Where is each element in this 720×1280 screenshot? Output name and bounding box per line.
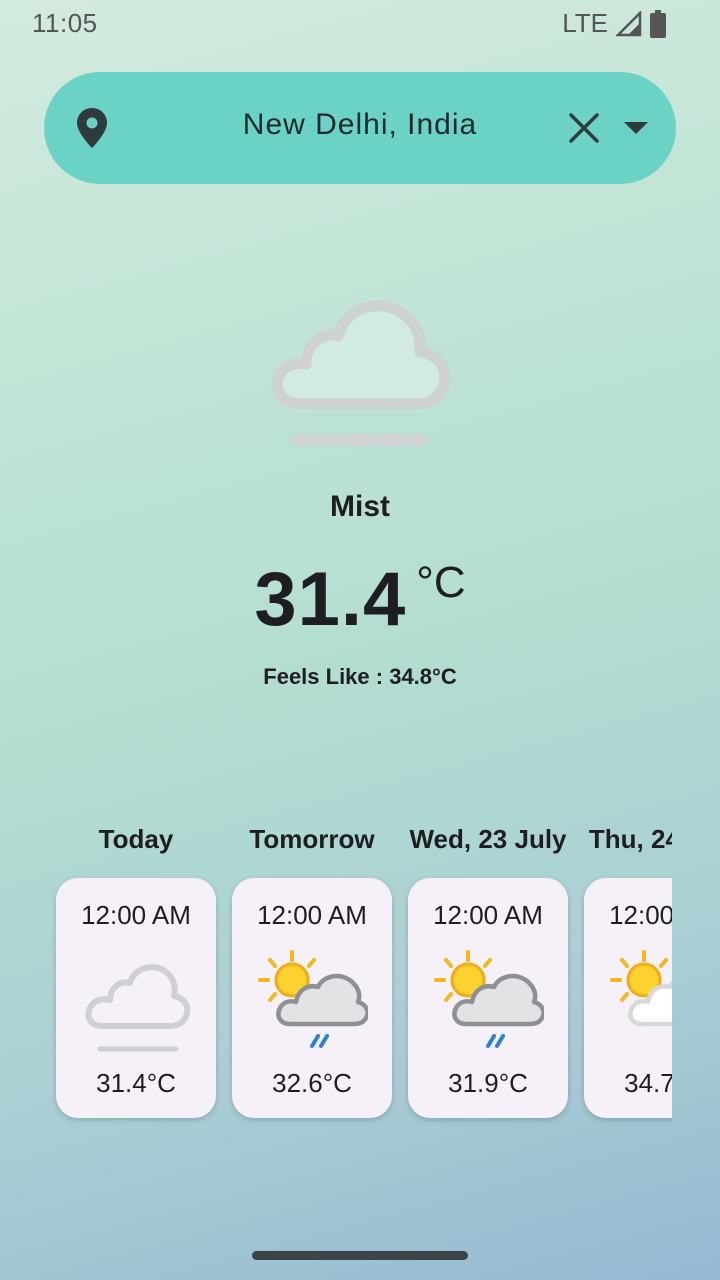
mist-cloud-icon	[271, 300, 451, 446]
day-label: Thu, 24 July	[588, 824, 672, 854]
feels-like-text: Feels Like : 34.8°C	[263, 664, 457, 689]
chevron-down-icon[interactable]	[624, 122, 648, 136]
home-indicator[interactable]	[252, 1251, 468, 1260]
temperature-value: 31.4	[254, 557, 407, 642]
weather-condition: Mist	[330, 490, 390, 523]
status-bar: 11:05 LTE	[0, 0, 720, 48]
forecast-temp: 31.9°C	[448, 1068, 528, 1098]
forecast-time: 12:00 AM	[81, 900, 191, 930]
status-icons: LTE	[562, 8, 666, 39]
forecast-card[interactable]: 12:00 AM 32.6°C	[232, 878, 392, 1118]
forecast-card[interactable]: 12:00 AM 34.7°C	[584, 878, 672, 1118]
close-icon[interactable]	[568, 112, 600, 144]
forecast-temp: 32.6°C	[272, 1068, 352, 1098]
location-search-bar[interactable]: New Delhi, India	[44, 72, 676, 184]
battery-icon	[650, 9, 666, 38]
forecast-card[interactable]: 12:00 AM 31.4°C	[56, 878, 216, 1118]
forecast-time: 12:00 AM	[609, 900, 672, 930]
forecast-time: 12:00 AM	[257, 900, 367, 930]
forecast-list[interactable]: Today 12:00 AM 31.4°C Tomorrow 12:00 AM	[48, 820, 672, 1130]
mist-cloud-icon	[85, 964, 191, 1052]
forecast-temp: 31.4°C	[96, 1068, 176, 1098]
current-temperature: 31.4 °C	[0, 556, 720, 643]
forecast-card[interactable]: 12:00 AM 31.9°C	[408, 878, 568, 1118]
sun-cloud-rain-icon	[258, 950, 368, 1048]
forecast-temp: 34.7°C	[624, 1068, 672, 1098]
sun-cloud-icon	[610, 950, 672, 1027]
status-time: 11:05	[32, 8, 98, 38]
network-type: LTE	[562, 8, 608, 38]
forecast-time: 12:00 AM	[433, 900, 543, 930]
temperature-unit: °C	[416, 558, 466, 607]
sun-cloud-rain-icon	[434, 950, 544, 1048]
signal-icon	[616, 10, 642, 36]
